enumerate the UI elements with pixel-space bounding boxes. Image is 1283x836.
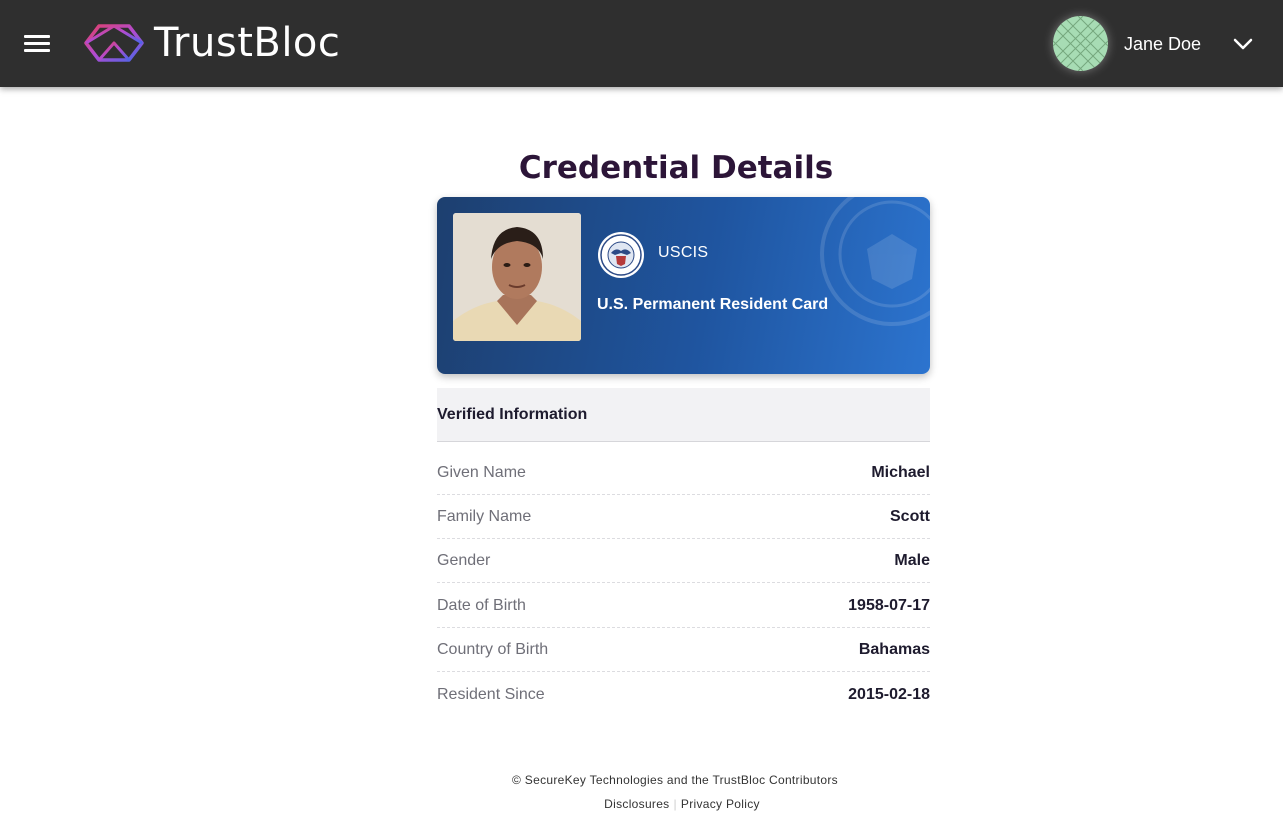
field-gender: Gender Male (437, 539, 930, 583)
issuer-name: USCIS (658, 244, 709, 261)
avatar-pattern-icon (1053, 16, 1108, 71)
field-label: Family Name (437, 508, 532, 525)
section-heading: Verified Information (437, 406, 588, 423)
trustbloc-logo-icon (84, 24, 144, 62)
user-name[interactable]: Jane Doe (1124, 34, 1201, 55)
footer-links: Disclosures | Privacy Policy (437, 797, 927, 811)
field-given-name: Given Name Michael (437, 451, 930, 495)
top-bar: TrustBloc Jane Doe (0, 0, 1283, 87)
brand-logo[interactable]: TrustBloc (84, 20, 340, 66)
brand-name: TrustBloc (154, 20, 341, 66)
disclosures-link[interactable]: Disclosures (604, 797, 669, 811)
chevron-down-icon[interactable] (1232, 34, 1254, 54)
field-value: Scott (890, 508, 930, 525)
field-country-of-birth: Country of Birth Bahamas (437, 628, 930, 672)
field-value: Bahamas (858, 641, 930, 658)
avatar[interactable] (1053, 16, 1108, 71)
field-value: 2015-02-18 (848, 686, 930, 703)
field-value: Male (894, 552, 930, 569)
footer-copyright: © SecureKey Technologies and the TrustBl… (512, 773, 838, 787)
privacy-policy-link[interactable]: Privacy Policy (681, 797, 760, 811)
field-resident-since: Resident Since 2015-02-18 (437, 673, 930, 717)
footer-separator: | (673, 797, 677, 811)
field-label: Country of Birth (437, 641, 549, 658)
field-value: 1958-07-17 (848, 597, 930, 614)
page-title: Credential Details (518, 150, 834, 186)
person-photo-icon (453, 213, 581, 341)
credential-type: U.S. Permanent Resident Card (597, 296, 829, 313)
field-label: Resident Since (437, 686, 545, 703)
hamburger-menu-icon[interactable] (22, 32, 52, 54)
field-label: Gender (437, 552, 491, 569)
field-family-name: Family Name Scott (437, 495, 930, 539)
dhs-seal-icon (598, 232, 644, 278)
credential-card: USCIS U.S. Permanent Resident Card (437, 197, 930, 374)
field-date-of-birth: Date of Birth 1958-07-17 (437, 584, 930, 628)
dhs-seal-watermark-icon (820, 197, 930, 326)
holder-photo (453, 213, 581, 341)
field-value: Michael (871, 464, 930, 481)
verified-info-header: Verified Information (437, 388, 930, 442)
field-label: Given Name (437, 464, 526, 481)
field-label: Date of Birth (437, 597, 526, 614)
